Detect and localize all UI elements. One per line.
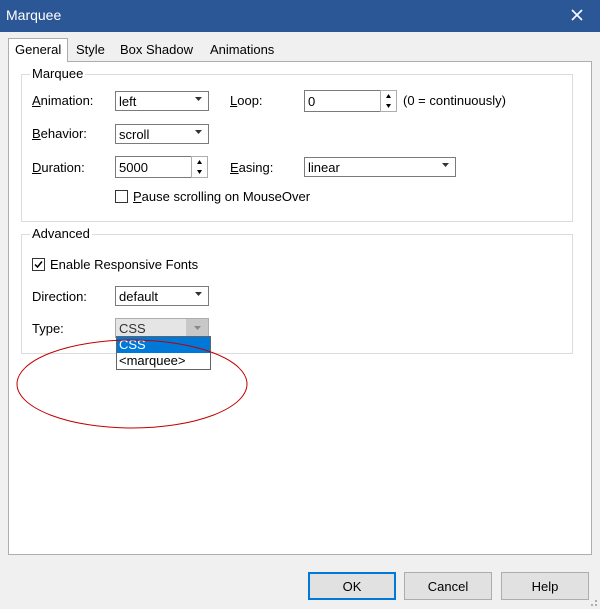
loop-spinner[interactable] bbox=[380, 90, 397, 112]
type-option-marquee[interactable]: <marquee> bbox=[117, 353, 210, 369]
animation-label: Animation: bbox=[32, 93, 94, 108]
advanced-group: Advanced Enable Responsive Fonts Directi… bbox=[21, 226, 573, 354]
responsive-fonts-checkbox[interactable] bbox=[32, 258, 45, 271]
type-dropdown-list: CSS <marquee> bbox=[116, 336, 211, 370]
checkmark-icon bbox=[34, 261, 43, 269]
chevron-down-icon bbox=[442, 163, 449, 167]
close-icon bbox=[571, 9, 583, 21]
pause-checkbox[interactable] bbox=[115, 190, 128, 203]
loop-label: Loop: bbox=[230, 93, 263, 108]
animation-select[interactable]: left bbox=[115, 91, 209, 111]
responsive-fonts-label: Enable Responsive Fonts bbox=[50, 257, 199, 272]
direction-select[interactable]: default bbox=[115, 286, 209, 306]
spin-up-icon[interactable] bbox=[192, 157, 207, 167]
close-button[interactable] bbox=[562, 2, 592, 28]
duration-spinner[interactable] bbox=[191, 156, 208, 178]
easing-value: linear bbox=[308, 160, 340, 175]
behavior-value: scroll bbox=[119, 127, 150, 142]
help-button[interactable]: Help bbox=[501, 572, 589, 600]
type-select[interactable]: CSS bbox=[115, 318, 209, 338]
marquee-group: Marquee Animation: left Loop: 0 (0 = con… bbox=[21, 66, 573, 222]
cancel-button[interactable]: Cancel bbox=[404, 572, 492, 600]
chevron-down-icon bbox=[195, 97, 202, 101]
tab-page-general: Marquee Animation: left Loop: 0 (0 = con… bbox=[8, 61, 592, 555]
duration-value: 5000 bbox=[119, 160, 148, 175]
tab-animations[interactable]: Animations bbox=[204, 40, 280, 60]
chevron-down-icon bbox=[193, 326, 201, 330]
advanced-group-title: Advanced bbox=[30, 226, 92, 241]
spin-up-icon[interactable] bbox=[381, 91, 396, 101]
duration-input[interactable]: 5000 bbox=[115, 156, 192, 178]
type-dropdown-button[interactable] bbox=[186, 319, 208, 337]
tab-general[interactable]: General bbox=[8, 38, 69, 62]
tab-style[interactable]: Style bbox=[70, 40, 111, 60]
direction-label: Direction: bbox=[32, 289, 87, 304]
direction-value: default bbox=[119, 289, 159, 304]
ok-button[interactable]: OK bbox=[308, 572, 396, 600]
behavior-select[interactable]: scroll bbox=[115, 124, 209, 144]
pause-label: Pause scrolling on MouseOver bbox=[133, 189, 311, 204]
easing-label: Easing: bbox=[230, 160, 274, 175]
easing-select[interactable]: linear bbox=[304, 157, 456, 177]
type-label: Type: bbox=[32, 321, 64, 336]
dialog-client-area: General Style Box Shadow Animations Marq… bbox=[0, 32, 600, 609]
resize-grip-icon[interactable] bbox=[588, 597, 598, 607]
title-bar: Marquee bbox=[0, 0, 600, 32]
marquee-group-title: Marquee bbox=[30, 66, 86, 81]
loop-input[interactable]: 0 bbox=[304, 90, 381, 112]
loop-hint: (0 = continuously) bbox=[403, 93, 506, 108]
spin-down-icon[interactable] bbox=[192, 167, 207, 177]
tab-box-shadow[interactable]: Box Shadow bbox=[114, 40, 199, 60]
spin-down-icon[interactable] bbox=[381, 101, 396, 111]
loop-value: 0 bbox=[308, 94, 316, 109]
chevron-down-icon bbox=[195, 130, 202, 134]
type-value: CSS bbox=[119, 321, 146, 336]
type-option-css[interactable]: CSS bbox=[117, 337, 210, 353]
behavior-label: Behavior: bbox=[32, 126, 87, 141]
duration-label: Duration: bbox=[32, 160, 85, 175]
window-title: Marquee bbox=[6, 7, 62, 23]
chevron-down-icon bbox=[195, 292, 202, 296]
animation-value: left bbox=[119, 94, 137, 109]
